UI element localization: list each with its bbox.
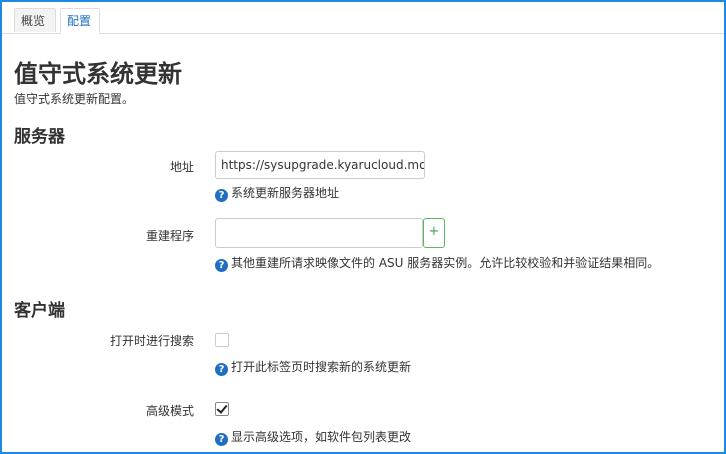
- advanced-mode-label: 高级模式: [145, 404, 194, 418]
- question-circle-icon: ?: [215, 189, 228, 202]
- section-title-server: 服务器: [14, 127, 65, 147]
- tab-config[interactable]: 配置: [60, 8, 100, 34]
- auto-search-checkbox[interactable]: [215, 333, 229, 347]
- auto-search-label: 打开时进行搜索: [109, 334, 194, 348]
- advanced-mode-checkbox[interactable]: [215, 402, 229, 416]
- question-circle-icon: ?: [215, 433, 228, 446]
- address-help: ? 系统更新服务器地址: [215, 184, 339, 202]
- rebuilders-label: 重建程序: [145, 229, 194, 243]
- advanced-mode-help: ? 显示高级选项，如软件包列表更改: [215, 428, 411, 446]
- rebuilders-help: ? 其他重建所请求映像文件的 ASU 服务器实例。允许比较校验和并验证结果相同。: [215, 254, 659, 272]
- tab-overview[interactable]: 概览: [14, 8, 56, 32]
- section-title-client: 客户端: [14, 301, 65, 321]
- address-label: 地址: [169, 160, 194, 174]
- app-frame: 概览 配置 值守式系统更新 值守式系统更新配置。 服务器 地址 https://…: [0, 0, 726, 454]
- rebuilders-input[interactable]: [215, 218, 423, 248]
- question-circle-icon: ?: [215, 259, 228, 272]
- checkmark-icon: [216, 402, 228, 414]
- rebuilders-help-text: 其他重建所请求映像文件的 ASU 服务器实例。允许比较校验和并验证结果相同。: [231, 256, 660, 270]
- address-help-text: 系统更新服务器地址: [231, 186, 340, 200]
- auto-search-help-text: 打开此标签页时搜索新的系统更新: [231, 360, 412, 374]
- advanced-mode-help-text: 显示高级选项，如软件包列表更改: [231, 430, 412, 444]
- tab-bar: 概览 配置: [2, 7, 724, 34]
- page-title: 值守式系统更新: [14, 60, 182, 88]
- auto-search-help: ? 打开此标签页时搜索新的系统更新: [215, 358, 411, 376]
- add-rebuilder-button[interactable]: +: [423, 218, 445, 248]
- address-input[interactable]: https://sysupgrade.kyarucloud.moe: [215, 151, 425, 179]
- page-subtitle: 值守式系统更新配置。: [14, 92, 135, 106]
- question-circle-icon: ?: [215, 363, 228, 376]
